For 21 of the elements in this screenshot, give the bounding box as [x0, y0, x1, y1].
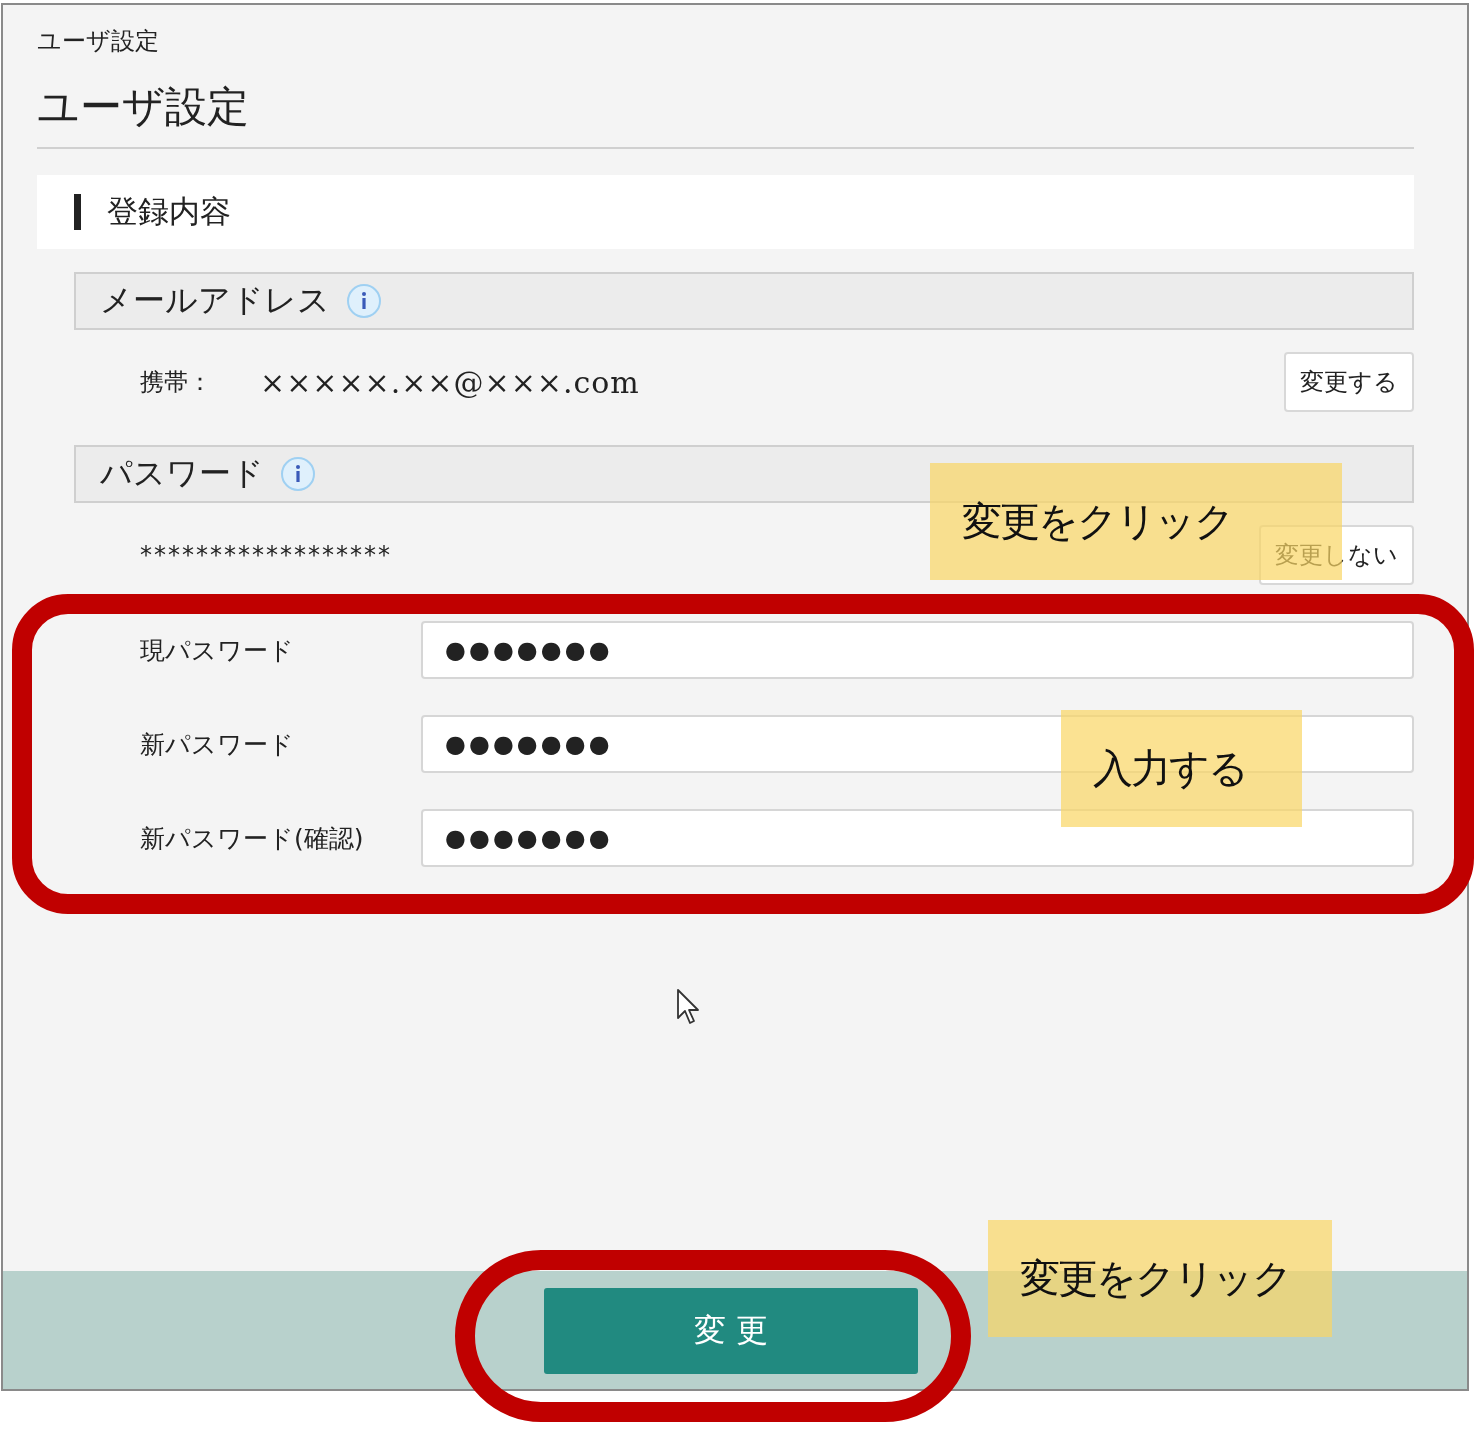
cursor-icon	[676, 988, 700, 1026]
section-title: 登録内容	[107, 192, 231, 231]
password-field[interactable]: ●●●●●●●	[421, 621, 1414, 679]
email-heading: メールアドレス	[100, 280, 330, 321]
section-marker	[74, 194, 81, 230]
password-field[interactable]: ●●●●●●●	[421, 809, 1414, 867]
breadcrumb: ユーザ設定	[37, 26, 159, 57]
callout-tooltip: 変更をクリック	[988, 1220, 1332, 1337]
field-label: 新パスワード	[140, 728, 295, 761]
field-label: 現パスワード	[140, 634, 295, 667]
change-button[interactable]: 変 更	[544, 1288, 918, 1374]
change-email-button[interactable]: 変更する	[1284, 352, 1414, 412]
page-title: ユーザ設定	[37, 81, 249, 133]
password-heading: パスワード	[100, 453, 264, 494]
email-value: ×××××.××@×××.com	[260, 364, 640, 400]
callout-tooltip: 入力する	[1061, 710, 1302, 827]
info-icon[interactable]	[346, 283, 382, 319]
field-label: 新パスワード(確認)	[140, 822, 365, 855]
masked-password: ******************	[140, 541, 392, 569]
mobile-label: 携帯：	[140, 367, 213, 398]
info-icon[interactable]	[280, 456, 316, 492]
